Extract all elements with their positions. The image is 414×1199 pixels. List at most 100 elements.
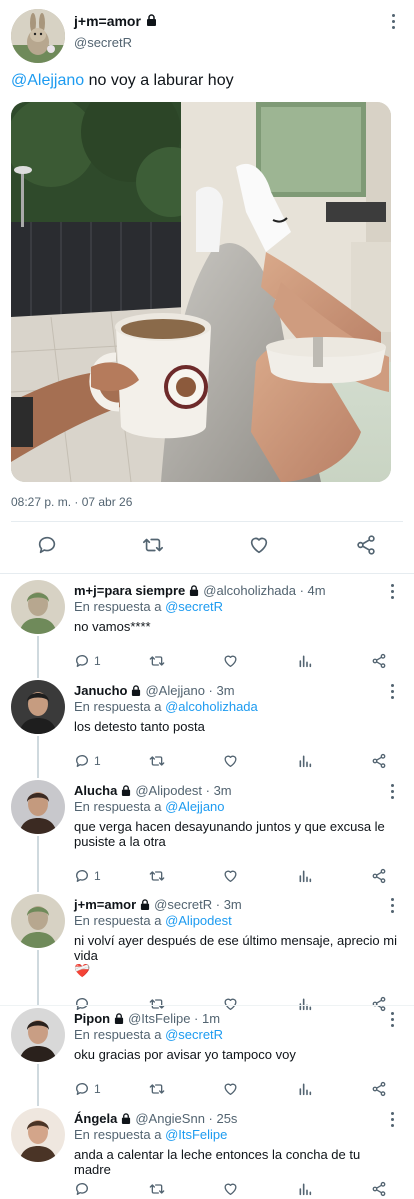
share-icon[interactable] [371, 652, 387, 670]
retweet-icon[interactable] [140, 532, 166, 558]
author-name[interactable]: Alucha [74, 783, 117, 798]
like-icon[interactable] [222, 867, 239, 885]
share-icon[interactable] [371, 1180, 387, 1198]
share-icon[interactable] [371, 752, 387, 770]
reply-tweet[interactable]: Pipon @ItsFelipe · 1m En respuesta a @secr… [0, 1006, 414, 1106]
reply-tweet[interactable]: Ángela @AngieSnn · 25s En respuesta a @Its… [0, 1106, 414, 1197]
like-icon[interactable] [222, 1080, 239, 1098]
in-reply-to: En respuesta a @Alipodest [74, 913, 232, 928]
reply-icon[interactable]: 1 [74, 1080, 101, 1098]
in-reply-to: En respuesta a @secretR [74, 599, 224, 614]
like-icon[interactable] [222, 1180, 239, 1198]
reply-tweet[interactable]: j+m=amor @secretR · 3m En respuesta a @Ali… [0, 892, 414, 1012]
views-icon[interactable] [297, 1180, 313, 1198]
retweet-icon[interactable] [148, 1080, 166, 1098]
more-icon[interactable] [389, 898, 395, 916]
avatar[interactable] [11, 580, 65, 634]
mention-link[interactable]: @secretR [165, 599, 223, 614]
share-icon[interactable] [371, 867, 387, 885]
views-icon[interactable] [297, 1080, 313, 1098]
lock-icon [114, 1013, 124, 1024]
reply-tweet[interactable]: Alucha @Alipodest · 3m En respuesta a @Ale… [0, 778, 414, 892]
reply-count: 1 [94, 654, 101, 668]
retweet-icon[interactable] [148, 867, 166, 885]
views-icon[interactable] [297, 652, 313, 670]
avatar[interactable] [11, 9, 65, 63]
mention-link[interactable]: @Alejjano [165, 799, 224, 814]
author-name[interactable]: Ángela [74, 1111, 117, 1126]
author-meta[interactable]: @AngieSnn · 25s [135, 1111, 237, 1126]
more-icon[interactable] [389, 684, 395, 702]
emoji: ❤️‍🩹 [74, 963, 91, 978]
reply-header: Pipon @ItsFelipe · 1m [74, 1011, 220, 1026]
more-icon[interactable] [389, 784, 395, 802]
reply-tweet[interactable]: m+j=para siempre @alcoholizhada · 4m En re… [0, 578, 414, 678]
retweet-icon[interactable] [148, 652, 166, 670]
like-icon[interactable] [246, 532, 272, 558]
mention-link[interactable]: @Alejjano [11, 72, 84, 89]
lock-icon [189, 585, 199, 596]
author-meta[interactable]: @secretR · 3m [154, 897, 242, 912]
reply-count: 1 [94, 869, 101, 883]
avatar[interactable] [11, 894, 65, 948]
reply-header: Alucha @Alipodest · 3m [74, 783, 232, 798]
avatar[interactable] [11, 680, 65, 734]
reply-icon[interactable] [34, 532, 60, 558]
author-name[interactable]: Pipon [74, 1011, 110, 1026]
mention-link[interactable]: @ItsFelipe [165, 1127, 227, 1142]
lock-icon [146, 13, 157, 29]
reply-icon[interactable]: 1 [74, 652, 101, 670]
reply-actions [0, 1180, 414, 1199]
author-name[interactable]: j+m=amor [74, 13, 157, 29]
reply-text: anda a calentar la leche entonces la con… [74, 1147, 361, 1177]
more-icon[interactable] [389, 1012, 395, 1030]
views-icon[interactable] [297, 752, 313, 770]
views-icon[interactable] [297, 867, 313, 885]
mention-link[interactable]: @alcoholizhada [165, 699, 258, 714]
more-icon[interactable] [390, 14, 396, 34]
reply-text: que verga hacen desayunando juntos y que… [74, 819, 385, 849]
reply-tweet[interactable]: Janucho @Alejjano · 3m En respuesta a @alc… [0, 678, 414, 778]
retweet-icon[interactable] [148, 752, 166, 770]
reply-text: ni volví ayer después de ese último mens… [74, 933, 397, 978]
tweet-text: @Alejjano no voy a laburar hoy [11, 72, 234, 89]
tweet-timestamp[interactable]: 08:27 p. m. · 07 abr 26 [11, 495, 132, 509]
like-icon[interactable] [222, 752, 239, 770]
lock-icon [131, 685, 141, 696]
in-reply-to: En respuesta a @alcoholizhada [74, 699, 258, 714]
in-reply-to: En respuesta a @ItsFelipe [74, 1127, 228, 1142]
author-handle[interactable]: @secretR [74, 35, 132, 50]
reply-text: no vamos**** [74, 619, 151, 634]
author-meta[interactable]: @ItsFelipe · 1m [128, 1011, 220, 1026]
avatar[interactable] [11, 1008, 65, 1062]
author-name[interactable]: j+m=amor [74, 897, 136, 912]
share-icon[interactable] [353, 532, 379, 558]
in-reply-to: En respuesta a @Alejjano [74, 799, 225, 814]
reply-icon[interactable] [74, 1180, 94, 1198]
avatar[interactable] [11, 780, 65, 834]
avatar[interactable] [11, 1108, 65, 1162]
reply-header: Ángela @AngieSnn · 25s [74, 1111, 237, 1126]
retweet-icon[interactable] [148, 1180, 166, 1198]
divider [11, 521, 403, 522]
mention-link[interactable]: @Alipodest [165, 913, 232, 928]
more-icon[interactable] [389, 584, 395, 602]
more-icon[interactable] [389, 1112, 395, 1130]
reply-header: Janucho @Alejjano · 3m [74, 683, 235, 698]
author-meta[interactable]: @Alejjano · 3m [145, 683, 234, 698]
reply-count: 1 [94, 754, 101, 768]
reply-text: los detesto tanto posta [74, 719, 205, 734]
share-icon[interactable] [371, 1080, 387, 1098]
reply-icon[interactable]: 1 [74, 752, 101, 770]
tweet-photo[interactable] [11, 102, 391, 482]
author-name[interactable]: Janucho [74, 683, 127, 698]
like-icon[interactable] [222, 652, 239, 670]
author-name[interactable]: m+j=para siempre [74, 583, 185, 598]
reply-actions: 1 [0, 752, 414, 772]
author-meta[interactable]: @alcoholizhada · 4m [203, 583, 325, 598]
author-meta[interactable]: @Alipodest · 3m [135, 783, 231, 798]
lock-icon [121, 1113, 131, 1124]
lock-icon [121, 785, 131, 796]
mention-link[interactable]: @secretR [165, 1027, 223, 1042]
reply-icon[interactable]: 1 [74, 867, 101, 885]
